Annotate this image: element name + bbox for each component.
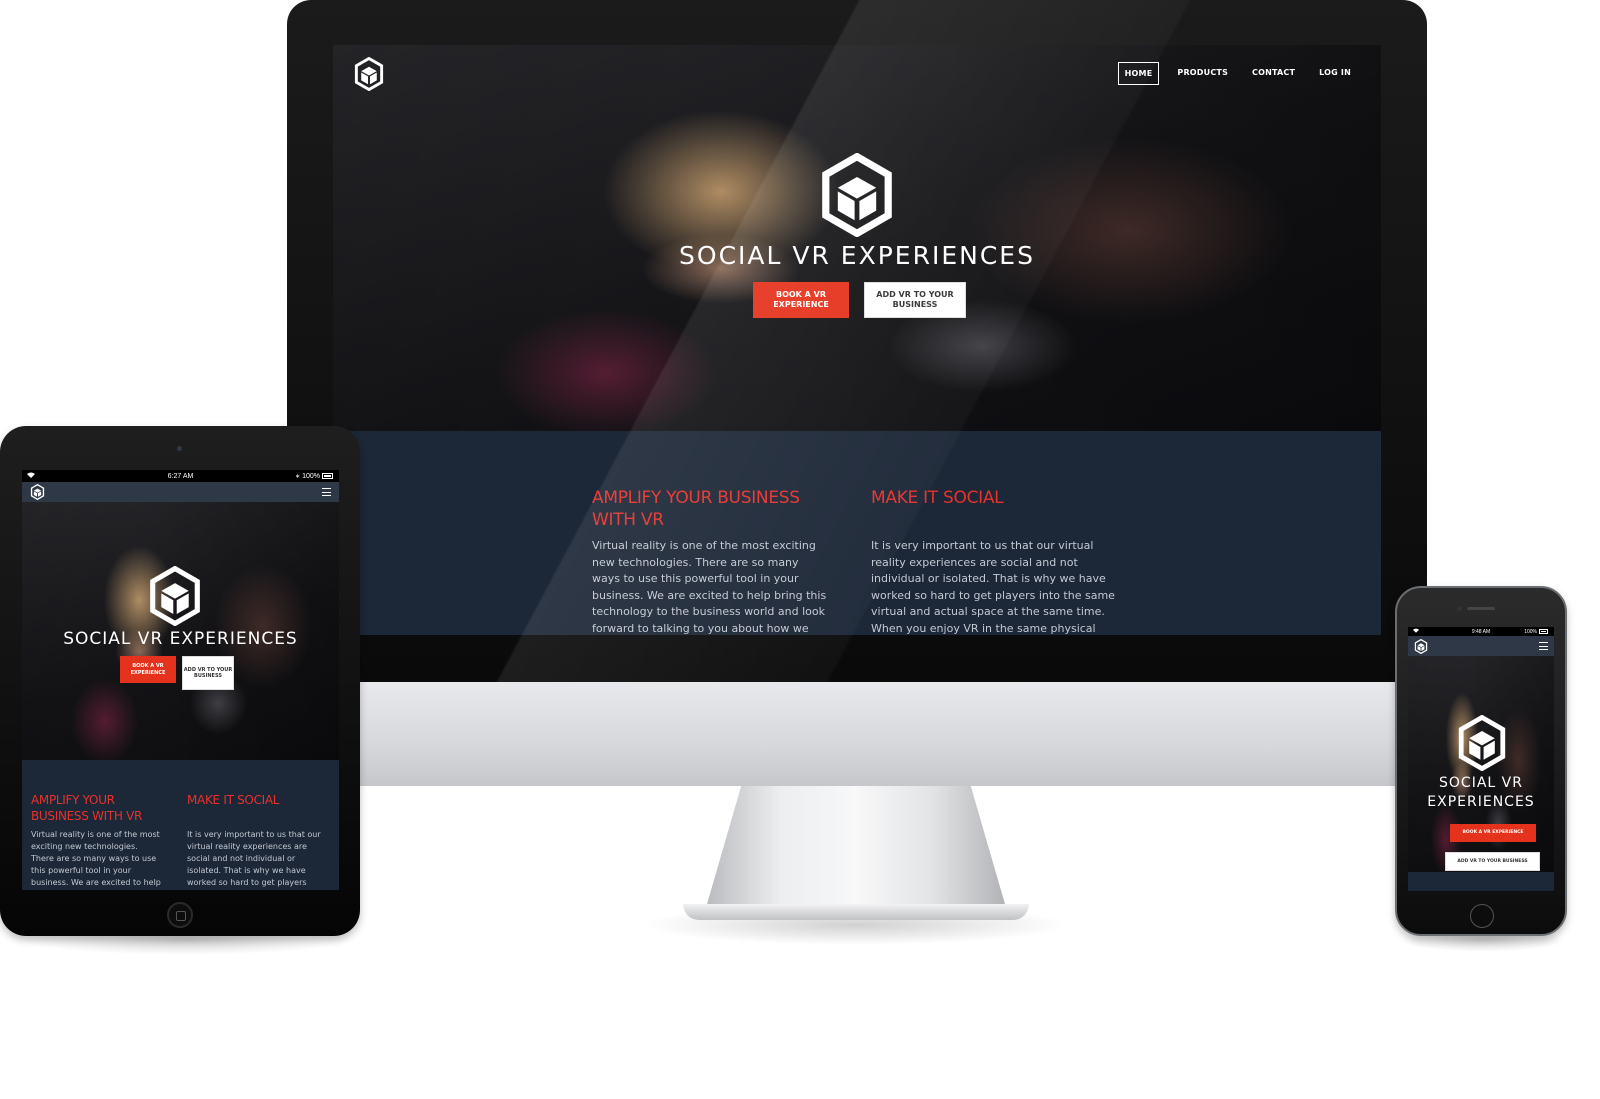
main-nav: HOME PRODUCTS CONTACT LOG IN	[1117, 62, 1357, 85]
add-vr-to-business-button[interactable]: ADD VR TO YOUR BUSINESS	[1445, 852, 1540, 871]
phone-battery-level: 100%	[1524, 628, 1537, 635]
add-vr-to-business-button[interactable]: ADD VR TO YOUR BUSINESS	[182, 656, 234, 690]
menu-icon[interactable]	[322, 488, 331, 496]
phone-screen: 9:48 AM 100% SOCIAL VR EXPERIENCES BOOK …	[1408, 627, 1554, 891]
hero-title: SOCIAL VR EXPERIENCES	[1427, 775, 1535, 810]
phone-device: 9:48 AM 100% SOCIAL VR EXPERIENCES BOOK …	[1395, 586, 1567, 936]
wifi-icon	[1413, 628, 1419, 635]
tablet-home-button[interactable]	[167, 902, 193, 928]
tablet-topbar	[22, 482, 339, 502]
book-vr-experience-button[interactable]: BOOK A VR EXPERIENCE	[753, 282, 849, 318]
wifi-icon	[27, 472, 35, 480]
features-section	[1408, 872, 1554, 891]
imac-chin	[287, 682, 1427, 786]
social-text: It is very important to us that our virt…	[871, 539, 1115, 635]
features-section: AMPLIFY YOUR BUSINESS WITH VR Virtual re…	[22, 760, 339, 890]
menu-icon[interactable]	[1539, 642, 1548, 650]
imac-stand	[705, 786, 1007, 911]
nav-item-home[interactable]: HOME	[1117, 62, 1160, 85]
desktop-screen: HOME PRODUCTS CONTACT LOG IN SOCIAL VR E…	[333, 45, 1381, 635]
phone-home-button[interactable]	[1470, 904, 1494, 928]
vr-cube-logo-icon[interactable]	[30, 484, 45, 500]
phone-speaker	[1467, 607, 1495, 610]
tablet-status-bar: 6:27 AM ∗ 100%	[22, 470, 339, 482]
vr-cube-logo-icon	[821, 153, 893, 237]
battery-icon	[1539, 629, 1548, 634]
nav-item-log-in[interactable]: LOG IN	[1313, 62, 1357, 85]
vr-cube-logo-icon	[149, 566, 201, 626]
social-heading: MAKE IT SOCIAL	[187, 793, 280, 807]
phone-status-time: 9:48 AM	[1471, 628, 1491, 635]
social-text: It is very important to us that our virt…	[187, 830, 321, 887]
hero-title: SOCIAL VR EXPERIENCES	[63, 629, 298, 649]
hero-title: SOCIAL VR EXPERIENCES	[679, 241, 1035, 270]
vr-cube-logo-icon	[1458, 715, 1506, 771]
social-heading: MAKE IT SOCIAL	[871, 488, 1004, 508]
tablet-battery-level: 100%	[302, 472, 320, 480]
tablet-device: 6:27 AM ∗ 100% SOCIAL VR EXPERIENCES BOO…	[0, 426, 360, 936]
bluetooth-icon: ∗	[295, 473, 301, 480]
add-vr-to-business-button[interactable]: ADD VR TO YOUR BUSINESS	[864, 282, 966, 318]
phone-topbar	[1408, 636, 1554, 656]
amplify-heading: AMPLIFY YOUR BUSINESS WITH VR	[31, 793, 143, 823]
imac-base	[683, 904, 1029, 920]
nav-item-products[interactable]: PRODUCTS	[1171, 62, 1234, 85]
amplify-text: Virtual reality is one of the most excit…	[31, 830, 161, 887]
features-section: AMPLIFY YOUR BUSINESS WITH VR Virtual re…	[333, 431, 1381, 635]
phone-status-bar: 9:48 AM 100%	[1408, 627, 1554, 636]
vr-cube-logo-icon[interactable]	[353, 57, 385, 91]
amplify-heading: AMPLIFY YOUR BUSINESS WITH VR	[592, 488, 800, 530]
hero-background-photo	[333, 45, 1381, 431]
book-vr-experience-button[interactable]: BOOK A VR EXPERIENCE	[1450, 824, 1536, 842]
nav-item-contact[interactable]: CONTACT	[1246, 62, 1301, 85]
tablet-status-time: 6:27 AM	[167, 472, 194, 480]
battery-icon	[322, 473, 333, 479]
phone-camera	[1457, 606, 1462, 611]
vr-cube-logo-icon[interactable]	[1414, 639, 1428, 654]
tablet-screen: 6:27 AM ∗ 100% SOCIAL VR EXPERIENCES BOO…	[22, 470, 339, 890]
amplify-text: Virtual reality is one of the most excit…	[592, 539, 827, 635]
book-vr-experience-button[interactable]: BOOK A VR EXPERIENCE	[120, 656, 176, 683]
tablet-camera	[177, 446, 182, 451]
